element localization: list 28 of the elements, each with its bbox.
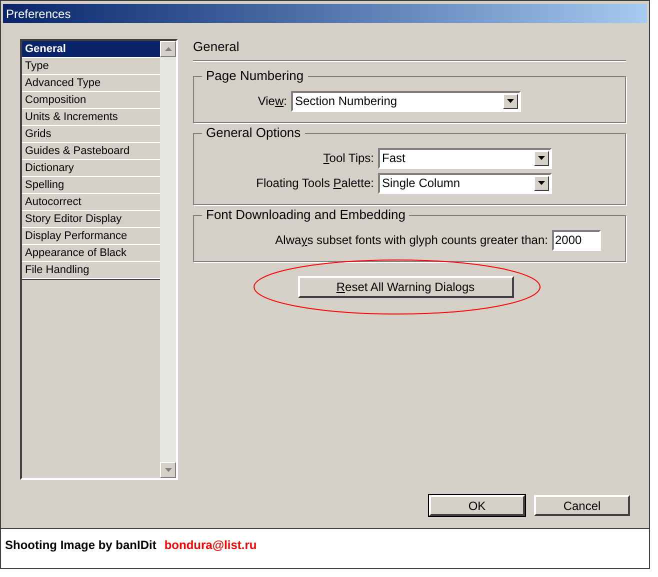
group-title: Page Numbering: [202, 68, 308, 84]
field-label: Tool Tips:: [323, 150, 374, 167]
ok-button[interactable]: OK: [429, 495, 525, 516]
field-label: Floating Tools Palette:: [256, 175, 374, 192]
dropdown[interactable]: Fast: [378, 148, 552, 168]
dropdown-value: Section Numbering: [294, 93, 398, 110]
dropdown-arrow-icon: [507, 99, 514, 103]
group-title: General Options: [202, 124, 305, 140]
reset-warnings-button[interactable]: Reset All Warning Dialogs: [298, 276, 514, 298]
dropdown-arrow-icon: [538, 156, 545, 160]
dropdown-arrow-icon: [538, 181, 545, 185]
credit-text: Shooting Image by banIDit: [5, 537, 156, 554]
dropdown-value: Fast: [381, 150, 406, 167]
number-field[interactable]: 2000: [552, 230, 601, 250]
section-title: General: [193, 38, 240, 56]
field-label: View:: [258, 93, 287, 110]
group-title: Font Downloading and Embedding: [202, 206, 410, 222]
category-item[interactable]: General: [22, 41, 160, 58]
field-label: Always subset fonts with glyph counts greater than:: [275, 232, 548, 249]
email-text: bondura@list.ru: [164, 537, 257, 554]
scroll-up-icon: [164, 47, 172, 51]
scroll-down-icon: [164, 468, 172, 472]
dropdown[interactable]: Single Column: [378, 172, 552, 194]
cancel-button[interactable]: Cancel: [534, 495, 630, 516]
window-title: Preferences: [6, 6, 71, 22]
scrollbar[interactable]: [160, 41, 176, 478]
dropdown[interactable]: Section Numbering: [291, 90, 521, 112]
dropdown-value: Single Column: [381, 175, 462, 192]
